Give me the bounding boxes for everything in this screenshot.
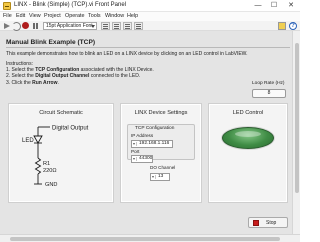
- resistor-value-label: 220Ω: [43, 168, 57, 174]
- font-select[interactable]: 15pt Application Font: [43, 22, 97, 30]
- toolbar: 15pt Application Font ?: [0, 21, 300, 31]
- vi-icon: [278, 22, 286, 30]
- menu-bar: File Edit View Project Operate Tools Win…: [0, 12, 300, 21]
- menu-project[interactable]: Project: [44, 13, 61, 19]
- chevron-down-icon: [91, 25, 95, 28]
- menu-view[interactable]: View: [29, 13, 41, 19]
- led-label: LED: [22, 138, 34, 144]
- vertical-scrollbar[interactable]: [292, 31, 300, 234]
- ip-address-field[interactable]: 192.168.1.116: [131, 140, 173, 148]
- page-title: Manual Blink Example (TCP): [6, 39, 96, 46]
- led-control-title: LED Control: [232, 110, 264, 116]
- ip-address-label: IP Address: [131, 133, 154, 138]
- port-field[interactable]: 44300: [131, 155, 153, 163]
- run-continuously-icon[interactable]: [12, 22, 21, 31]
- led-control-panel: LED Control: [208, 103, 288, 203]
- run-arrow-icon[interactable]: [3, 22, 11, 30]
- description-text: This example demonstrates how to blink a…: [6, 51, 248, 57]
- instructions: Instructions: 1. Select the TCP Configur…: [6, 61, 154, 86]
- context-help-icon[interactable]: ?: [289, 22, 297, 30]
- title-bar: LINX - Blink (Simple) (TCP).vi Front Pan…: [0, 0, 300, 12]
- close-button[interactable]: ✕: [283, 0, 299, 12]
- device-settings-title: LINX Device Settings: [134, 110, 188, 116]
- menu-tools[interactable]: Tools: [88, 13, 101, 19]
- stop-button[interactable]: Stop: [248, 217, 288, 228]
- menu-help[interactable]: Help: [127, 13, 138, 19]
- menu-file[interactable]: File: [3, 13, 12, 19]
- ground-label: GND: [45, 182, 57, 188]
- labview-app-icon: [3, 2, 11, 10]
- reorder-icon[interactable]: [134, 22, 143, 30]
- stop-button-label: Stop: [266, 220, 277, 226]
- stepper-icon: [133, 157, 137, 161]
- do-channel-field[interactable]: 13: [150, 173, 170, 181]
- resistor-symbol-icon: [34, 157, 42, 175]
- led-toggle-control[interactable]: [222, 127, 274, 149]
- align-objects-icon[interactable]: [101, 22, 110, 30]
- chevron-down-icon: [133, 142, 137, 146]
- window-title: LINX - Blink (Simple) (TCP).vi Front Pan…: [14, 2, 127, 8]
- digital-output-label: Digital Output: [52, 126, 89, 132]
- stop-square-icon: [253, 220, 259, 226]
- instruction-step-3: 3. Click the Run Arrow.: [6, 79, 59, 86]
- loop-rate-indicator: 8: [252, 89, 286, 98]
- vertical-scroll-thumb[interactable]: [295, 43, 299, 193]
- divider: [6, 47, 290, 48]
- loop-rate-label: Loop Rate (Hz): [252, 81, 285, 86]
- minimize-button[interactable]: —: [250, 0, 266, 12]
- resize-objects-icon[interactable]: [123, 22, 132, 30]
- menu-operate[interactable]: Operate: [65, 13, 84, 19]
- menu-edit[interactable]: Edit: [16, 13, 25, 19]
- do-channel-label: DO Channel: [150, 165, 176, 170]
- abort-icon[interactable]: [22, 22, 30, 30]
- led-symbol-icon: [33, 135, 43, 144]
- port-value: 44300: [139, 156, 153, 161]
- port-label: Port: [131, 149, 140, 154]
- circuit-schematic: Digital Output LED R1 220Ω GND: [22, 126, 89, 189]
- maximize-button[interactable]: ☐: [266, 0, 282, 12]
- horizontal-scrollbar[interactable]: [0, 234, 300, 242]
- font-select-value: 15pt Application Font: [46, 23, 93, 29]
- resistor-name-label: R1: [43, 161, 50, 167]
- do-channel-value: 13: [158, 174, 164, 179]
- distribute-objects-icon[interactable]: [112, 22, 121, 30]
- ip-address-value: 192.168.1.116: [139, 141, 170, 146]
- menu-window[interactable]: Window: [105, 13, 124, 19]
- chevron-down-icon: [152, 175, 156, 179]
- tcp-configuration-title: TCP Configuration: [135, 126, 175, 131]
- pause-icon[interactable]: [32, 22, 40, 30]
- horizontal-scroll-thumb[interactable]: [10, 237, 280, 241]
